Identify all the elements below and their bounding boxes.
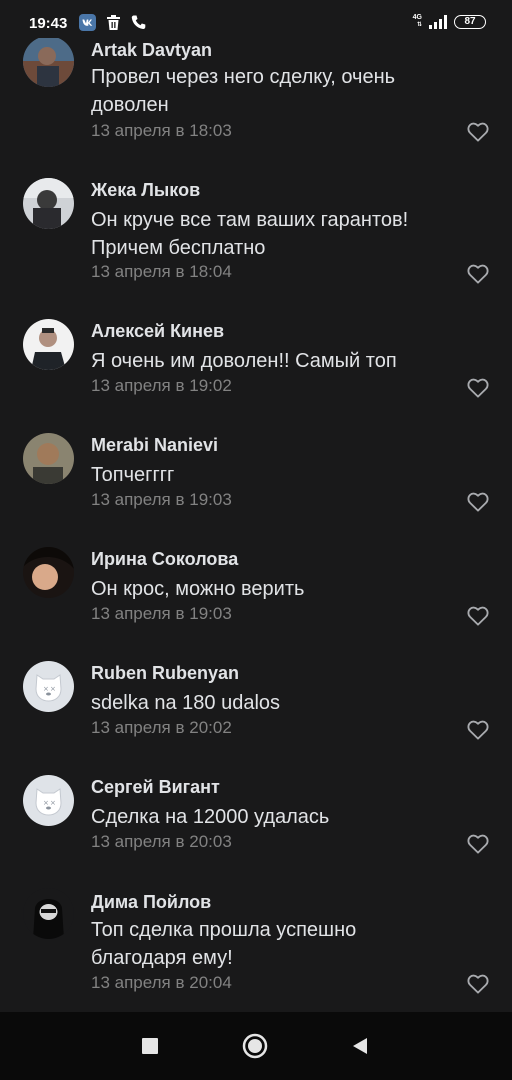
battery-level: 87 [464,15,476,27]
svg-text:×: × [43,685,49,693]
avatar[interactable] [23,178,74,229]
comment-author[interactable]: Сергей Вигант [91,777,220,798]
comment-text: Я очень им доволен!! Самый топ [91,350,397,372]
back-button[interactable] [346,1032,374,1060]
comment-text: Он крос, можно верить [91,578,305,600]
comment-author[interactable]: Artak Davtyan [91,40,212,61]
network-type: 4G [412,14,422,21]
comment-text: Провел через него сделку, очень доволен [91,66,396,116]
triangle-back-icon [353,1038,367,1054]
comment-text: Топ сделка прошла успешно благодаря ему! [91,919,357,969]
comment-date: 13 апреля в 20:04 [91,973,232,992]
status-bar: 19:43 4G ⇅ 87 [0,0,512,38]
comment-author[interactable]: Merabi Nanievi [91,435,218,456]
comment-date: 13 апреля в 19:02 [91,376,232,395]
comment-date: 13 апреля в 20:03 [91,832,232,851]
heart-icon[interactable] [467,264,489,284]
comment-author[interactable]: Дима Пойлов [91,892,211,913]
comment-text: Сделка на 12000 удалась [91,806,330,828]
comment-author[interactable]: Алексей Кинев [91,321,224,342]
home-button[interactable] [241,1032,269,1060]
recents-button[interactable] [136,1032,164,1060]
heart-icon[interactable] [467,378,489,398]
comment-date: 13 апреля в 18:03 [91,121,232,140]
avatar[interactable] [23,36,74,87]
comment-text: sdelka na 180 udalos [91,692,281,714]
battery-indicator: 87 [454,14,486,29]
comment-author[interactable]: Жека Лыков [91,180,200,201]
comment-date: 13 апреля в 18:04 [91,262,232,281]
avatar[interactable] [23,888,74,939]
heart-icon[interactable] [467,834,489,854]
status-time: 19:43 [29,15,68,32]
signal-icon [429,14,447,29]
svg-text:×: × [43,799,49,807]
default-dog-icon: × × [23,775,74,826]
heart-icon[interactable] [467,720,489,740]
avatar[interactable] [23,547,74,598]
system-nav-bar [0,1012,512,1080]
comment-text: Он круче все там ваших гарантов! Причем … [91,209,409,259]
heart-icon[interactable] [467,974,489,994]
square-recents-icon [142,1038,158,1054]
comment-date: 13 апреля в 19:03 [91,604,232,623]
heart-icon[interactable] [467,122,489,142]
comment-date: 13 апреля в 20:02 [91,718,232,737]
avatar[interactable]: × × [23,775,74,826]
comment-author[interactable]: Ирина Соколова [91,549,238,570]
avatar[interactable] [23,319,74,370]
comment-text: Топчегггг [91,464,175,486]
heart-icon[interactable] [467,492,489,512]
trash-icon [107,15,120,30]
avatar[interactable] [23,433,74,484]
vk-icon [79,14,96,31]
comment-date: 13 апреля в 19:03 [91,490,232,509]
phone-icon [131,15,146,30]
default-dog-icon: × × [23,661,74,712]
comment-author[interactable]: Ruben Rubenyan [91,663,239,684]
avatar[interactable]: × × [23,661,74,712]
circle-home-icon [242,1033,268,1059]
heart-icon[interactable] [467,606,489,626]
svg-text:×: × [50,685,56,693]
svg-text:×: × [50,799,56,807]
network-indicator: 4G ⇅ [412,14,422,28]
